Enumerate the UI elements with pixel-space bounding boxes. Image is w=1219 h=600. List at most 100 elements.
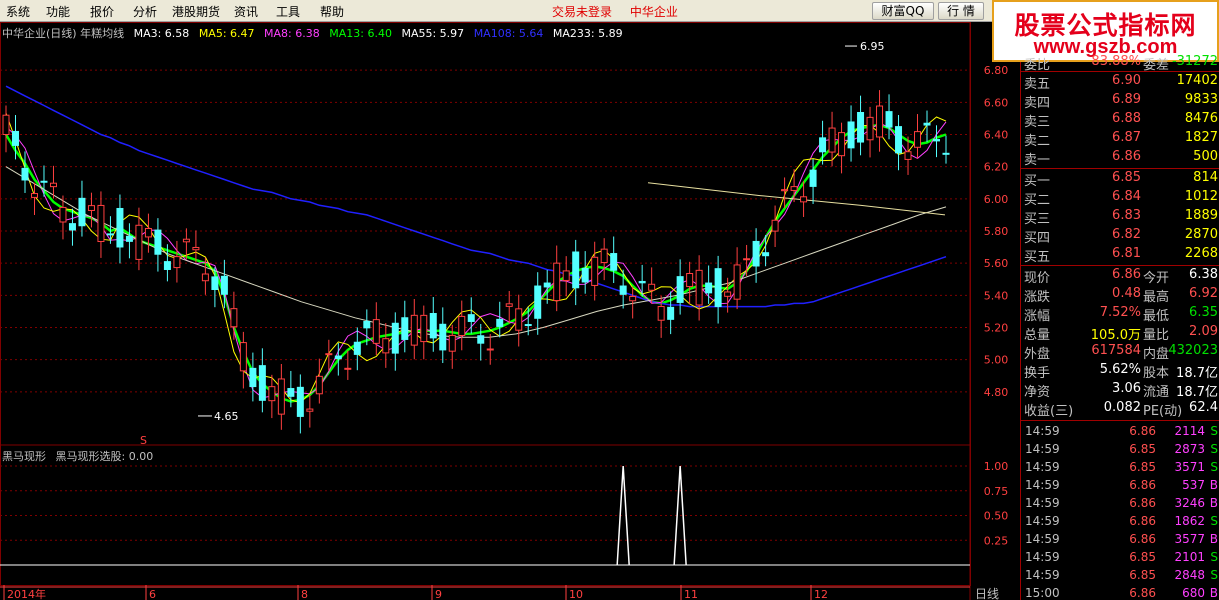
row-label: 卖四 bbox=[1024, 96, 1051, 111]
tick-flag: S bbox=[1210, 514, 1218, 528]
candle-body bbox=[467, 314, 475, 322]
candle-body bbox=[904, 151, 912, 160]
quote-row: 买二 6.84 1012 bbox=[1021, 189, 1219, 208]
tick-flag: S bbox=[1210, 424, 1218, 438]
hangqing-button[interactable]: 行 情 bbox=[938, 2, 984, 20]
tick-flag: S bbox=[1210, 568, 1218, 582]
ind-tick-label: 0.75 bbox=[984, 485, 1009, 498]
menu-news[interactable]: 资讯 bbox=[234, 3, 258, 20]
caifu-qq-button[interactable]: 财富QQ bbox=[872, 2, 934, 20]
legend-ma233: MA233: 5.89 bbox=[552, 27, 623, 40]
tick-price: 6.86 bbox=[1129, 514, 1156, 528]
candle-body bbox=[353, 341, 361, 355]
row-value-2: 6.38 bbox=[1189, 267, 1218, 282]
menu-function[interactable]: 功能 bbox=[46, 3, 70, 20]
quote-row: 净资 3.06 流通 18.7亿 bbox=[1021, 381, 1219, 400]
quote-panel: 委比 83.88% 委差 -31272 卖五 6.90 17402 卖四 6.89 983… bbox=[1020, 54, 1219, 600]
row-label: 外盘 bbox=[1024, 347, 1051, 362]
menu-quote[interactable]: 报价 bbox=[90, 3, 114, 20]
tick-row: 15:00 6.86 680 B bbox=[1021, 586, 1219, 600]
tick-price: 6.85 bbox=[1129, 550, 1156, 564]
menu-hk-futures[interactable]: 港股期货 bbox=[172, 3, 220, 20]
tick-row: 14:59 6.85 2873 S bbox=[1021, 442, 1219, 460]
tick-flag: B bbox=[1209, 478, 1218, 492]
candle-body bbox=[448, 334, 456, 352]
ask-volume: 8476 bbox=[1184, 111, 1218, 126]
bid-volume: 1012 bbox=[1184, 189, 1218, 204]
bid-volume: 2870 bbox=[1184, 227, 1218, 242]
price-tick-label: 5.00 bbox=[984, 354, 1009, 367]
login-status[interactable]: 交易未登录 bbox=[552, 5, 612, 19]
row-label-2: PE(动) bbox=[1143, 404, 1183, 419]
candle-body bbox=[116, 207, 124, 248]
tick-volume: 2114 bbox=[1174, 424, 1205, 438]
candle-body bbox=[391, 322, 399, 354]
row-value: 105.0万 bbox=[1090, 328, 1141, 343]
candle-body bbox=[885, 111, 893, 128]
candle-body bbox=[135, 224, 143, 260]
row-value: 6.86 bbox=[1112, 149, 1141, 164]
tick-volume: 680 bbox=[1182, 586, 1205, 600]
candle-body bbox=[838, 132, 846, 157]
candle-body bbox=[97, 204, 105, 243]
candle-body bbox=[477, 335, 485, 344]
kline-chart[interactable]: 6.80 6.60 6.40 6.20 6.00 5.80 5.60 5.40 5.20 5.00… bbox=[0, 22, 1020, 600]
candle-body bbox=[486, 348, 494, 351]
price-tick-label: 6.80 bbox=[984, 64, 1009, 77]
candle-body bbox=[249, 367, 257, 388]
candle-body bbox=[49, 182, 57, 188]
candle-body bbox=[363, 320, 371, 329]
candle-body bbox=[809, 169, 817, 187]
price-tick-label: 5.80 bbox=[984, 225, 1009, 238]
candle-body bbox=[306, 408, 314, 412]
candle-body bbox=[287, 388, 295, 397]
site-logo: 股票公式指标网 www.gszb.com bbox=[992, 0, 1219, 62]
candle-body bbox=[239, 342, 247, 372]
row-label-2: 量比 bbox=[1143, 328, 1170, 343]
candle-body bbox=[771, 219, 779, 232]
quote-row: 买三 6.83 1889 bbox=[1021, 208, 1219, 227]
row-value: 6.89 bbox=[1112, 92, 1141, 107]
legend-ma55: MA55: 5.97 bbox=[401, 27, 465, 40]
candle-body bbox=[543, 282, 551, 288]
tick-time: 14:59 bbox=[1025, 514, 1060, 528]
candlesticks bbox=[2, 90, 950, 434]
candle-body bbox=[87, 205, 95, 211]
quote-row: 卖一 6.86 500 bbox=[1021, 149, 1219, 168]
candle-body bbox=[40, 180, 48, 183]
menu-analysis[interactable]: 分析 bbox=[133, 3, 157, 20]
candle-body bbox=[30, 193, 38, 198]
tick-volume: 2848 bbox=[1174, 568, 1205, 582]
tick-flag: B bbox=[1209, 586, 1218, 600]
row-label: 卖一 bbox=[1024, 153, 1051, 168]
row-label: 买四 bbox=[1024, 231, 1051, 246]
menu-system[interactable]: 系统 bbox=[6, 3, 30, 20]
candle-body bbox=[277, 378, 285, 415]
row-value-2: 6.92 bbox=[1189, 286, 1218, 301]
row-value: 7.52% bbox=[1099, 305, 1141, 320]
menu-tools[interactable]: 工具 bbox=[276, 3, 300, 20]
tick-row: 14:59 6.86 3246 B bbox=[1021, 496, 1219, 514]
candle-body bbox=[923, 122, 931, 126]
row-value-2: 18.7亿 bbox=[1176, 385, 1218, 400]
tick-time: 14:59 bbox=[1025, 424, 1060, 438]
row-value: 0.48 bbox=[1112, 286, 1141, 301]
quote-row: 买四 6.82 2870 bbox=[1021, 227, 1219, 246]
period-tab-daily[interactable]: 日线 bbox=[975, 585, 999, 600]
menu-help[interactable]: 帮助 bbox=[320, 3, 344, 20]
row-label: 总量 bbox=[1024, 328, 1051, 343]
candle-body bbox=[68, 223, 76, 231]
candle-body bbox=[458, 315, 466, 337]
candle-body bbox=[201, 273, 209, 282]
candle-body bbox=[144, 228, 152, 238]
tick-time: 14:59 bbox=[1025, 568, 1060, 582]
candle-body bbox=[724, 291, 732, 297]
candle-body bbox=[714, 268, 722, 307]
candle-body bbox=[325, 353, 333, 356]
quote-row: 卖三 6.88 8476 bbox=[1021, 111, 1219, 130]
ask-volume: 9833 bbox=[1184, 92, 1218, 107]
tick-time: 14:59 bbox=[1025, 442, 1060, 456]
row-value: 6.86 bbox=[1112, 267, 1141, 282]
candle-body bbox=[296, 386, 304, 417]
candle-body bbox=[334, 355, 342, 360]
